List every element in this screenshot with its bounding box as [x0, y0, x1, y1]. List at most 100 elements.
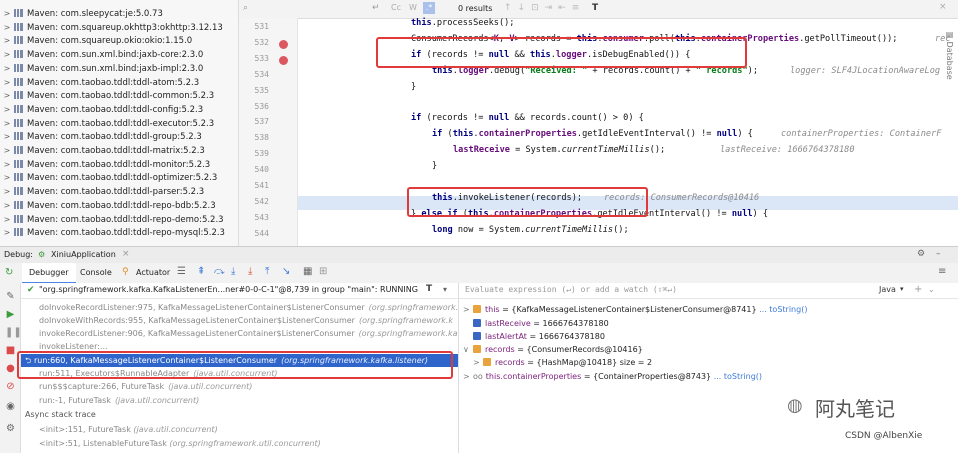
variable-row[interactable]: lastReceive = 1666764378180 — [473, 317, 609, 330]
chevron-down-icon[interactable]: ∨ — [463, 343, 473, 356]
force-step-into-icon[interactable]: ⤓ — [248, 266, 252, 277]
tree-item[interactable]: > Maven: com.squareup.okio:okio:1.15.0 — [0, 35, 192, 47]
stack-frame[interactable]: doInvokeRecordListener:975, KafkaMessage… — [21, 301, 458, 314]
tree-item[interactable]: > Maven: com.taobao.tddl:tddl-executor:5.… — [0, 118, 214, 130]
run-config-tab[interactable]: XiniuApplication — [51, 250, 116, 259]
stack-frame[interactable]: run$$$capture:266, FutureTask (java.util.… — [21, 380, 458, 393]
breakpoint-icon[interactable] — [279, 55, 288, 65]
chevron-right-icon[interactable]: > — [0, 186, 14, 198]
breakpoint-icon[interactable] — [279, 39, 288, 49]
chevron-down-icon[interactable]: ▾ — [443, 285, 447, 294]
variable-row[interactable]: ∨ records = {ConsumerRecords@10416} — [463, 343, 643, 356]
variable-row[interactable]: lastAlertAt = 1666764378180 — [473, 330, 605, 343]
wrench-icon[interactable]: ✎ — [5, 291, 16, 302]
stack-frame[interactable]: run:-1, FutureTask (java.util.concurrent) — [21, 394, 458, 407]
layout-settings-icon[interactable]: ≡ — [938, 266, 946, 277]
tree-item[interactable]: > Maven: com.taobao.tddl:tddl-atom:5.2.3 — [0, 77, 199, 89]
tostring-link[interactable]: ... toString() — [759, 305, 807, 314]
variable-row[interactable]: > oo this.containerProperties = {Container… — [463, 370, 762, 383]
language-select[interactable]: Java — [879, 285, 896, 294]
step-out-icon[interactable]: ⤒ — [265, 266, 269, 277]
tree-item[interactable]: > Maven: com.taobao.tddl:tddl-group:5.2.3 — [0, 131, 202, 143]
tab-console[interactable]: Console — [80, 263, 112, 282]
tree-item[interactable]: > Maven: com.squareup.okhttp3:okhttp:3.12… — [0, 22, 223, 34]
chevron-right-icon[interactable]: > — [0, 104, 14, 116]
regex-toggle[interactable]: .* — [423, 2, 435, 14]
chevron-right-icon[interactable]: > — [0, 63, 14, 75]
chevron-right-icon[interactable]: > — [0, 131, 14, 143]
tree-item[interactable]: > Maven: com.taobao.tddl:tddl-matrix:5.2.… — [0, 145, 205, 157]
frames-menu-icon[interactable]: ☰ — [177, 266, 186, 277]
evaluate-icon[interactable]: ▦ — [303, 266, 312, 277]
chevron-right-icon[interactable]: > — [0, 145, 14, 157]
chevron-right-icon[interactable]: > — [0, 214, 14, 226]
camera-icon[interactable]: ◉ — [5, 401, 16, 412]
tree-item[interactable]: > Maven: com.sun.xml.bind:jaxb-impl:2.3.0 — [0, 63, 203, 75]
layout-icon[interactable]: ⊞ — [319, 266, 327, 277]
expand-icon[interactable]: ⌄ — [928, 285, 935, 294]
code-line: this.processSeeks(); — [411, 18, 515, 28]
tree-item[interactable]: > Maven: com.taobao.tddl:tddl-repo-bdb:5.… — [0, 200, 216, 212]
add-watch-icon[interactable]: + — [914, 284, 922, 295]
step-into-icon[interactable]: ⤓ — [231, 266, 235, 277]
chevron-right-icon[interactable]: > — [0, 8, 14, 20]
tree-item[interactable]: > Maven: com.sleepycat:je:5.0.73 — [0, 8, 163, 20]
tree-item[interactable]: > Maven: com.taobao.tddl:tddl-optimizer:5… — [0, 172, 217, 184]
tree-item[interactable]: > Maven: com.taobao.tddl:tddl-parser:5.2.… — [0, 186, 204, 198]
tree-item[interactable]: > Maven: com.taobao.tddl:tddl-config:5.2.… — [0, 104, 203, 116]
tree-item-label: Maven: com.sleepycat:je:5.0.73 — [27, 9, 163, 19]
chevron-right-icon[interactable]: > — [0, 22, 14, 34]
mute-breakpoints-icon[interactable]: ⊘ — [5, 381, 16, 392]
async-stack-frame[interactable]: <init>:51, ListenableFutureTask (org.spr… — [21, 437, 458, 450]
thread-selector[interactable]: ✔ "org.springframework.kafka.KafkaListen… — [21, 283, 458, 299]
stack-frame[interactable]: doInvokeWithRecords:955, KafkaMessageLis… — [21, 314, 458, 327]
filter-icon[interactable]: T — [592, 3, 598, 13]
search-icon[interactable]: ⌕ — [243, 3, 248, 13]
chevron-down-icon[interactable]: ▾ — [900, 285, 904, 293]
chevron-right-icon[interactable]: > — [0, 172, 14, 184]
chevron-right-icon[interactable]: > — [0, 77, 14, 89]
step-over-icon[interactable]: ⤼ — [214, 266, 225, 277]
filter-icon[interactable]: T — [426, 284, 432, 294]
find-nav-icons[interactable]: ↑↓⊡⇥⇤≡ — [504, 3, 585, 13]
tree-item[interactable]: > Maven: com.taobao.tddl:tddl-monitor:5.2… — [0, 159, 210, 171]
variable-row[interactable]: > records = {HashMap@10418} size = 2 — [473, 356, 652, 369]
tree-item[interactable]: > Maven: com.taobao.tddl:tddl-repo-demo:5… — [0, 214, 224, 226]
resume-icon[interactable]: ▶ — [5, 309, 16, 320]
evaluate-input[interactable]: Evaluate expression (↵) or add a watch (… — [465, 285, 677, 294]
settings-icon[interactable]: ⚙ — [5, 423, 16, 434]
settings-icon[interactable]: ⚙ — [917, 249, 925, 259]
whole-word-toggle[interactable]: W — [409, 3, 417, 12]
close-tab-icon[interactable]: × — [122, 249, 130, 259]
project-tree: > Maven: com.sleepycat:je:5.0.73 > Maven: c… — [0, 0, 239, 246]
run-to-cursor-icon[interactable]: ↘ — [282, 266, 290, 277]
tostring-link[interactable]: ... toString() — [714, 372, 762, 381]
show-execution-point-icon[interactable]: ⇞ — [197, 266, 205, 277]
tab-debugger[interactable]: Debugger — [22, 263, 76, 284]
view-breakpoints-icon[interactable]: ● — [5, 363, 16, 374]
chevron-right-icon[interactable]: > — [463, 303, 473, 316]
chevron-right-icon[interactable]: > — [473, 356, 483, 369]
tab-actuator[interactable]: Actuator — [136, 263, 170, 282]
stop-icon[interactable]: ■ — [5, 345, 16, 356]
match-case-toggle[interactable]: Cc — [391, 3, 401, 12]
tree-item[interactable]: > Maven: com.sun.xml.bind:jaxb-core:2.3.0 — [0, 49, 203, 61]
stack-frame[interactable]: invokeRecordListener:906, KafkaMessageLi… — [21, 327, 458, 340]
async-stack-frame[interactable]: <init>:151, FutureTask (java.util.concur… — [21, 423, 458, 436]
chevron-right-icon[interactable]: > — [0, 200, 14, 212]
clear-icon[interactable]: ↵ — [372, 3, 380, 13]
pause-icon[interactable]: ❚❚ — [5, 327, 22, 338]
close-icon[interactable]: × — [939, 2, 947, 12]
chevron-right-icon[interactable]: > — [0, 90, 14, 102]
chevron-right-icon[interactable]: > — [0, 49, 14, 61]
tree-item[interactable]: > Maven: com.taobao.tddl:tddl-repo-mysql:… — [0, 227, 225, 239]
minimize-icon[interactable]: – — [936, 249, 941, 259]
chevron-right-icon[interactable]: > — [463, 370, 473, 383]
chevron-right-icon[interactable]: > — [0, 159, 14, 171]
tree-item[interactable]: > Maven: com.taobao.tddl:tddl-common:5.2.… — [0, 90, 214, 102]
rerun-icon[interactable]: ↻ — [5, 267, 13, 278]
chevron-right-icon[interactable]: > — [0, 227, 14, 239]
chevron-right-icon[interactable]: > — [0, 118, 14, 130]
variable-row[interactable]: > this = {KafkaMessageListenerContainer$L… — [463, 303, 807, 316]
chevron-right-icon[interactable]: > — [0, 35, 14, 47]
